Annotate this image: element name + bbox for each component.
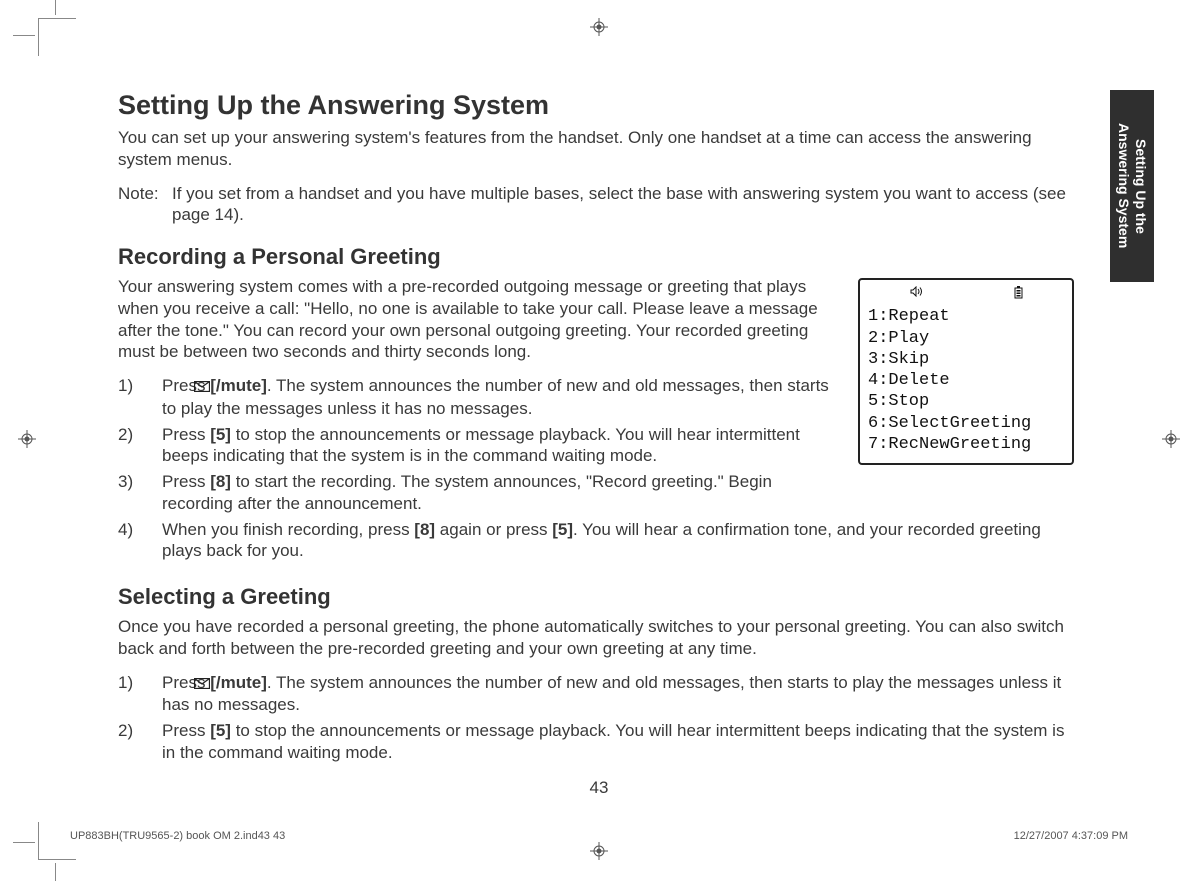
side-tab-line1: Setting Up the [1133,139,1149,234]
footer-left: UP883BH(TRU9565-2) book OM 2.ind43 43 [70,830,285,842]
section-selecting-para: Once you have recorded a personal greeti… [118,616,1074,660]
section-selecting: Selecting a Greeting Once you have recor… [118,584,1074,764]
registration-mark-bottom [590,842,608,860]
crop-mark-top-left [38,18,76,56]
page-content: Setting Up the Answering System You can … [118,90,1074,782]
note-label: Note: [118,183,172,227]
section-recording-title: Recording a Personal Greeting [118,244,1074,270]
selecting-steps: 1)Press [/mute]. The system announces th… [118,672,1074,764]
intro-paragraph: You can set up your answering system's f… [118,127,1074,171]
note-body: If you set from a handset and you have m… [172,183,1074,227]
side-tab-line2: Answering System [1116,123,1132,248]
note-row: Note: If you set from a handset and you … [118,183,1074,227]
screen-line: 6:SelectGreeting [868,413,1064,434]
screen-line: 2:Play [868,328,1064,349]
screen-line: 1:Repeat [868,306,1064,327]
page-title: Setting Up the Answering System [118,90,1074,121]
page-number: 43 [590,778,609,798]
selecting-step-2: 2)Press [5] to stop the announcements or… [140,720,1074,764]
registration-mark-top [590,18,608,36]
recording-step-4: 4)When you finish recording, press [8] a… [140,519,1074,563]
screen-line: 3:Skip [868,349,1064,370]
handset-screen: 1:Repeat 2:Play 3:Skip 4:Delete 5:Stop 6… [858,278,1074,465]
recording-step-3: 3)Press [8] to start the recording. The … [140,471,1074,515]
footer-right: 12/27/2007 4:37:09 PM [1014,830,1128,842]
side-tab: Setting Up the Answering System [1110,90,1154,282]
screen-line: 4:Delete [868,370,1064,391]
screen-line: 7:RecNewGreeting [868,434,1064,455]
section-selecting-title: Selecting a Greeting [118,584,1074,610]
selecting-step-1: 1)Press [/mute]. The system announces th… [140,672,1074,717]
registration-mark-left [18,430,36,448]
screen-line: 5:Stop [868,391,1064,412]
section-recording: Recording a Personal Greeting 1:Repeat 2… [118,244,1074,566]
battery-icon [1014,286,1023,304]
registration-mark-right [1162,430,1180,448]
speaker-icon [910,286,924,304]
